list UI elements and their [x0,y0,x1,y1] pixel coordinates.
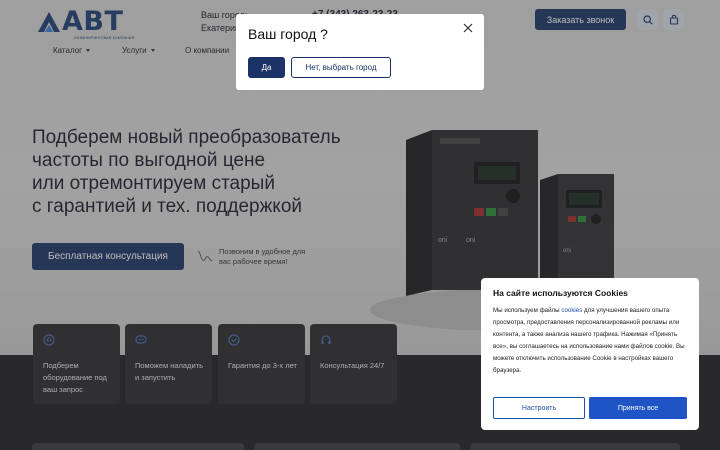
cookie-settings-button[interactable]: Настроить [493,397,585,419]
close-icon[interactable] [462,22,474,34]
cookie-text: Мы используем файлы cookies для улучшени… [493,305,689,377]
confirm-city-button[interactable]: Да [248,57,285,78]
cookie-text-start: Мы используем файлы [493,307,562,314]
cookie-title: На сайте используются Cookies [493,288,628,298]
cookie-text-end: для улучшения вашего опыта просмотра, пр… [493,307,685,374]
cookie-banner: На сайте используются Cookies Мы использ… [481,278,699,430]
modal-title: Ваш город ? [248,26,328,42]
cookie-accept-button[interactable]: Принять все [589,397,687,419]
city-confirm-modal: Ваш город ? Да Нет, выбрать город [236,14,484,90]
cookies-link[interactable]: cookies [561,307,582,314]
choose-city-button[interactable]: Нет, выбрать город [291,57,391,78]
